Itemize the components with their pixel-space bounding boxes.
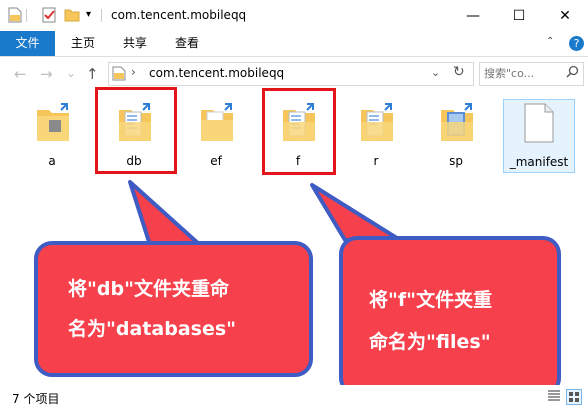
- details-view-icon[interactable]: [547, 389, 561, 403]
- search-box[interactable]: [479, 62, 584, 86]
- maximize-button[interactable]: ☐: [496, 0, 542, 31]
- divider: [26, 9, 27, 22]
- breadcrumb-separator: ›: [131, 65, 136, 79]
- item-count: 7 个项目: [12, 392, 60, 406]
- status-bar: 7 个项目: [0, 385, 588, 409]
- up-button[interactable]: ↑: [86, 65, 99, 83]
- expand-ribbon-icon[interactable]: ⌃: [546, 36, 554, 47]
- recent-locations-button[interactable]: ⌄: [66, 66, 76, 80]
- ribbon: 文件 主页 共享 查看: [0, 31, 588, 57]
- search-icon[interactable]: [566, 65, 579, 81]
- new-folder-icon[interactable]: [64, 7, 80, 26]
- tab-file[interactable]: 文件: [0, 31, 55, 56]
- close-button[interactable]: ✕: [542, 0, 588, 31]
- tab-home[interactable]: 主页: [62, 31, 104, 56]
- address-row: ← → ⌄ ↑ › com.tencent.mobileqq ⌄ ↻: [0, 58, 588, 90]
- properties-icon[interactable]: [42, 7, 57, 26]
- chevron-down-icon[interactable]: ⌄: [431, 66, 440, 79]
- window-title: com.tencent.mobileqq: [111, 8, 247, 22]
- refresh-icon[interactable]: ↻: [453, 64, 465, 80]
- forward-button[interactable]: →: [40, 65, 53, 83]
- large-icons-view-icon[interactable]: [566, 389, 582, 405]
- help-button[interactable]: ?: [569, 36, 584, 51]
- callout-text: 将"f"文件夹重: [369, 289, 493, 311]
- callout-text: 命名为"files": [369, 331, 491, 353]
- file-icon: [8, 7, 22, 26]
- breadcrumb[interactable]: com.tencent.mobileqq: [149, 66, 284, 80]
- callout-right: 将"f"文件夹重 命名为"files": [339, 236, 561, 396]
- callout-left: 将"db"文件夹重命 名为"databases": [34, 241, 313, 377]
- back-button[interactable]: ←: [14, 65, 27, 83]
- folder-icon: [112, 66, 126, 84]
- tab-view[interactable]: 查看: [166, 31, 208, 56]
- title-bar: ▾ com.tencent.mobileqq — ☐ ✕: [0, 0, 588, 31]
- search-input[interactable]: [484, 65, 556, 81]
- tab-share[interactable]: 共享: [114, 31, 156, 56]
- customize-toolbar-icon[interactable]: ▾: [86, 9, 91, 20]
- minimize-button[interactable]: —: [450, 0, 496, 31]
- divider: [101, 9, 102, 22]
- callout-text: 名为"databases": [68, 318, 237, 340]
- callout-text: 将"db"文件夹重命: [68, 278, 229, 300]
- address-bar[interactable]: › com.tencent.mobileqq ⌄ ↻: [108, 62, 474, 86]
